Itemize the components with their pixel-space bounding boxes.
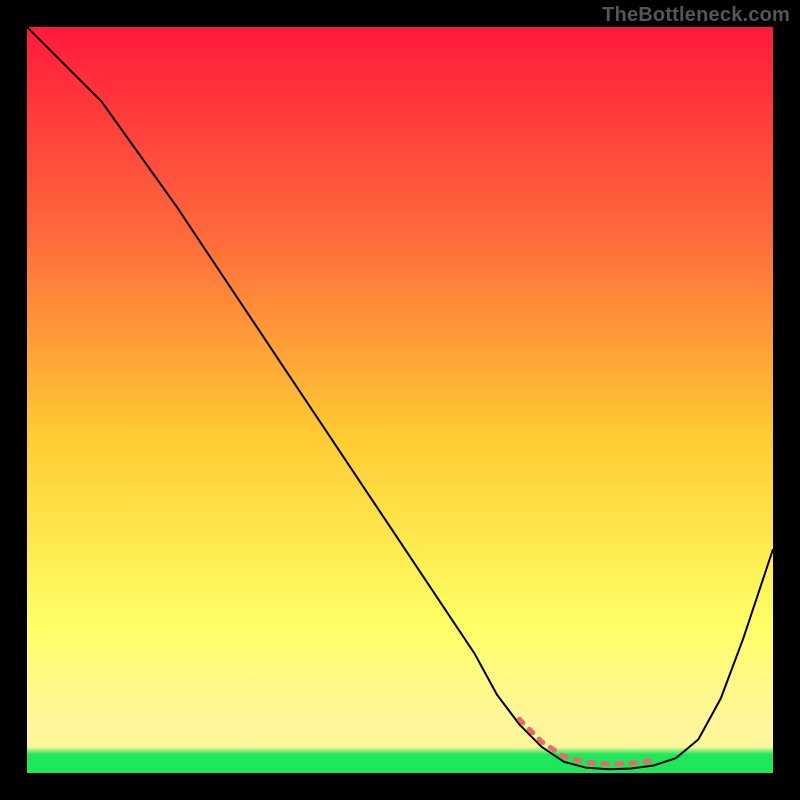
watermark-text: TheBottleneck.com (602, 4, 790, 27)
chart-frame: TheBottleneck.com (0, 0, 800, 800)
gradient-background (27, 27, 773, 773)
chart-svg (27, 27, 773, 773)
plot-area (27, 27, 773, 773)
